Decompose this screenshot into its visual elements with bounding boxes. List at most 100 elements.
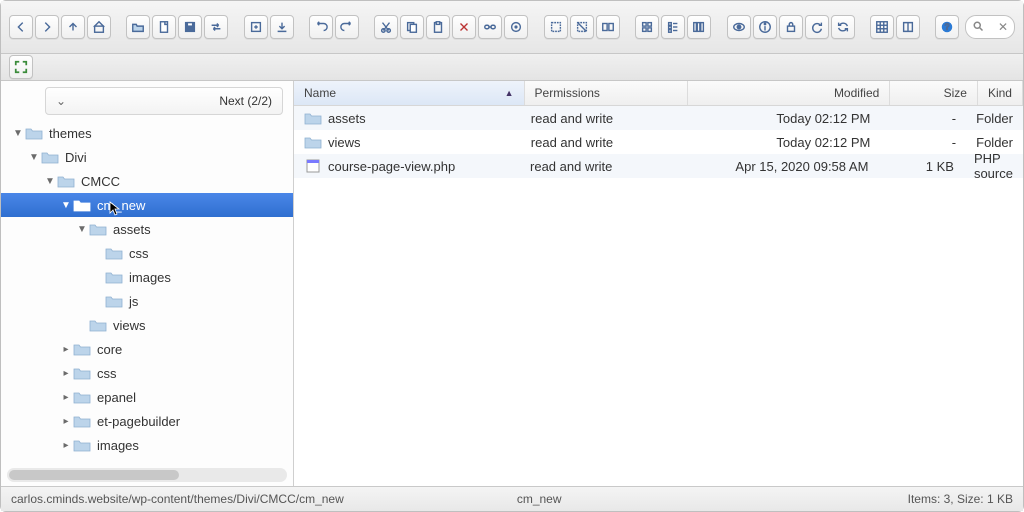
file-size: - xyxy=(880,135,966,150)
file-pane: Name ▲ Permissions Modified Size Kind as… xyxy=(294,81,1023,486)
tree-item-images[interactable]: images xyxy=(1,265,293,289)
folder-icon xyxy=(73,198,91,212)
column-header-kind[interactable]: Kind xyxy=(978,81,1023,105)
disclosure-icon[interactable]: ▸ xyxy=(61,392,71,403)
view-list-icon[interactable] xyxy=(661,15,685,39)
open-icon[interactable] xyxy=(244,15,268,39)
folder-icon xyxy=(105,270,123,284)
copy-icon[interactable] xyxy=(400,15,424,39)
folder-icon xyxy=(105,246,123,260)
tree-item-images[interactable]: ▸images xyxy=(1,433,293,457)
folder-icon xyxy=(89,222,107,236)
file-row[interactable]: viewsread and writeToday 02:12 PM-Folder xyxy=(294,130,1023,154)
tree-item-js[interactable]: js xyxy=(1,289,293,313)
paste-icon[interactable] xyxy=(426,15,450,39)
compare-icon[interactable] xyxy=(596,15,620,39)
grid-icon[interactable] xyxy=(870,15,894,39)
column-header-modified[interactable]: Modified xyxy=(688,81,890,105)
forward-icon[interactable] xyxy=(35,15,59,39)
find-next-label: Next (2/2) xyxy=(219,94,272,108)
tree-item-label: Divi xyxy=(65,150,87,165)
book-icon[interactable] xyxy=(896,15,920,39)
tree-item-assets[interactable]: ▼assets xyxy=(1,217,293,241)
new-folder-icon[interactable] xyxy=(126,15,150,39)
folder-icon xyxy=(105,294,123,308)
svg-text:?: ? xyxy=(945,23,950,32)
column-header-name[interactable]: Name ▲ xyxy=(294,81,525,105)
scrollbar-thumb[interactable] xyxy=(9,470,179,480)
column-header-permissions[interactable]: Permissions xyxy=(525,81,689,105)
home-icon[interactable] xyxy=(87,15,111,39)
disclosure-icon[interactable]: ▼ xyxy=(13,128,23,139)
folder-icon xyxy=(73,390,91,404)
tree-item-themes[interactable]: ▼themes xyxy=(1,121,293,145)
tree-item-label: epanel xyxy=(97,390,136,405)
file-mod: Today 02:12 PM xyxy=(682,135,881,150)
select-all-icon[interactable] xyxy=(544,15,568,39)
disclosure-icon[interactable]: ▼ xyxy=(61,200,71,211)
tree-item-core[interactable]: ▸core xyxy=(1,337,293,361)
view-icons-icon[interactable] xyxy=(635,15,659,39)
refresh-icon[interactable] xyxy=(805,15,829,39)
folder-icon xyxy=(304,135,322,149)
tree-item-views[interactable]: views xyxy=(1,313,293,337)
php-icon xyxy=(304,159,322,173)
delete-icon[interactable] xyxy=(452,15,476,39)
save-icon[interactable] xyxy=(178,15,202,39)
mouse-cursor-icon xyxy=(145,196,157,215)
file-kind: Folder xyxy=(966,135,1023,150)
file-kind: PHP source xyxy=(964,151,1023,181)
undo-icon[interactable] xyxy=(309,15,333,39)
expand-icon[interactable] xyxy=(9,55,33,79)
disclosure-icon[interactable]: ▸ xyxy=(61,368,71,379)
permissions-icon[interactable] xyxy=(779,15,803,39)
disclosure-icon[interactable]: ▼ xyxy=(45,176,55,187)
tree-item-cmcc[interactable]: ▼CMCC xyxy=(1,169,293,193)
disclosure-icon[interactable]: ▸ xyxy=(61,416,71,427)
back-icon[interactable] xyxy=(9,15,33,39)
new-file-icon[interactable] xyxy=(152,15,176,39)
tree-item-et-pagebuilder[interactable]: ▸et-pagebuilder xyxy=(1,409,293,433)
view-columns-icon[interactable] xyxy=(687,15,711,39)
tree-item-css[interactable]: css xyxy=(1,241,293,265)
file-row[interactable]: assetsread and writeToday 02:12 PM-Folde… xyxy=(294,106,1023,130)
disclosure-icon[interactable]: ▸ xyxy=(61,344,71,355)
find-next-bar[interactable]: ⌄ Next (2/2) xyxy=(45,87,283,115)
link-icon[interactable] xyxy=(478,15,502,39)
disclosure-icon[interactable]: ▼ xyxy=(77,224,87,235)
up-icon[interactable] xyxy=(61,15,85,39)
folder-tree[interactable]: ▼themes▼Divi▼CMCC▼cm_new▼assetscssimages… xyxy=(1,117,293,468)
search-input[interactable] xyxy=(984,19,998,35)
file-name: course-page-view.php xyxy=(328,159,455,174)
file-kind: Folder xyxy=(966,111,1023,126)
preview-icon[interactable] xyxy=(727,15,751,39)
folder-icon xyxy=(73,414,91,428)
download-icon[interactable] xyxy=(270,15,294,39)
folder-icon xyxy=(25,126,43,140)
info-icon[interactable] xyxy=(753,15,777,39)
help-icon[interactable]: ? xyxy=(935,15,959,39)
tree-item-cm-new[interactable]: ▼cm_new xyxy=(1,193,293,217)
column-header-size[interactable]: Size xyxy=(890,81,978,105)
cut-icon[interactable] xyxy=(374,15,398,39)
file-row[interactable]: course-page-view.php read and writeApr 15… xyxy=(294,154,1023,178)
clear-search-icon[interactable]: ✕ xyxy=(998,20,1008,34)
redo-icon[interactable] xyxy=(335,15,359,39)
sidebar-horizontal-scrollbar[interactable] xyxy=(7,468,287,482)
disclosure-icon[interactable]: ▸ xyxy=(61,440,71,451)
search-field[interactable]: ✕ xyxy=(965,15,1015,39)
tree-item-label: js xyxy=(129,294,138,309)
tree-item-epanel[interactable]: ▸ epanel xyxy=(1,385,293,409)
file-manager-window: ? ✕ ⌄ Next (2/2) ▼themes xyxy=(0,0,1024,512)
select-none-icon[interactable] xyxy=(570,15,594,39)
target-icon[interactable] xyxy=(504,15,528,39)
file-perm: read and write xyxy=(520,159,680,174)
transfer-icon[interactable] xyxy=(204,15,228,39)
tree-item-divi[interactable]: ▼ Divi xyxy=(1,145,293,169)
file-mod: Apr 15, 2020 09:58 AM xyxy=(680,159,878,174)
tree-item-label: css xyxy=(97,366,117,381)
disclosure-icon[interactable]: ▼ xyxy=(29,152,39,163)
tree-item-css[interactable]: ▸ css xyxy=(1,361,293,385)
sync-icon[interactable] xyxy=(831,15,855,39)
file-size: - xyxy=(880,111,966,126)
